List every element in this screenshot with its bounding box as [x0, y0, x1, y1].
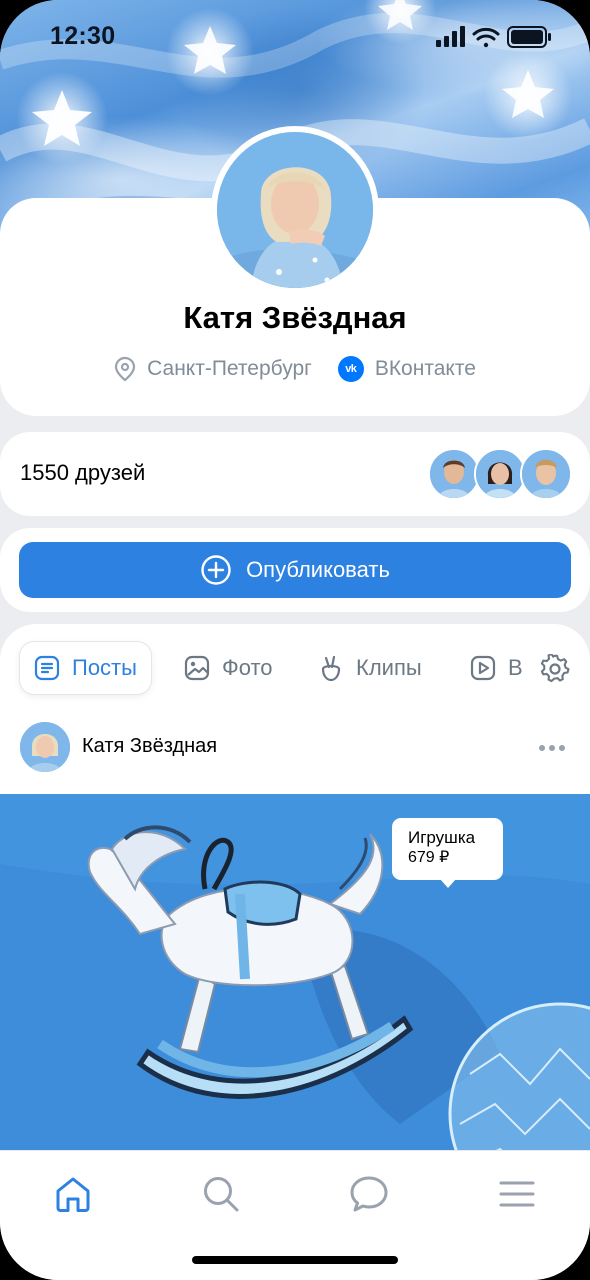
menu-icon[interactable] [496, 1173, 538, 1215]
tab-posts[interactable]: Посты [20, 642, 151, 694]
posts-icon [34, 655, 60, 681]
profile-meta: Санкт-Петербург vk ВКонтакте [0, 356, 590, 382]
status-icons [436, 26, 551, 48]
friend-avatars [428, 448, 572, 500]
network-info[interactable]: vk ВКонтакте [337, 356, 476, 382]
photo-icon [184, 655, 210, 681]
tab-clips[interactable]: Клипы [318, 642, 422, 694]
friends-card[interactable]: 1550 друзей [0, 432, 590, 516]
friend-avatar [474, 448, 526, 500]
clips-icon [321, 655, 341, 682]
search-icon[interactable] [200, 1173, 242, 1215]
phone-screen: 12:30 Катя Звёздная Санкт-Петербург vk В… [0, 0, 590, 1280]
post-author-avatar[interactable] [20, 722, 70, 772]
profile-tabs: Посты Фото Клипы В [0, 642, 590, 694]
publish-button[interactable]: Опубликовать [19, 542, 571, 598]
home-indicator [192, 1256, 398, 1264]
content-card: Посты Фото Клипы В Катя Звёздная Игрушка… [0, 624, 590, 1184]
vk-logo-icon: vk [337, 356, 364, 382]
network-label: ВКонтакте [374, 357, 476, 380]
friend-avatar [520, 448, 572, 500]
friend-avatar [428, 448, 480, 500]
home-icon[interactable] [52, 1173, 94, 1215]
product-tag-name: Игрушка [408, 828, 476, 847]
location-pin-icon [115, 356, 136, 382]
status-time: 12:30 [50, 22, 116, 50]
add-circle-icon [201, 555, 231, 585]
video-icon [470, 655, 496, 681]
messages-icon[interactable] [348, 1173, 390, 1215]
settings-gear-icon[interactable] [540, 654, 570, 684]
friends-count: 1550 друзей [20, 460, 146, 485]
tab-video[interactable]: В [468, 642, 522, 694]
status-bar: 12:30 [0, 0, 590, 76]
post-image[interactable]: Игрушка 679 ₽ [0, 794, 590, 1184]
post-author-name[interactable]: Катя Звёздная [82, 735, 217, 758]
avatar-photo [217, 132, 373, 288]
publish-label: Опубликовать [246, 557, 390, 582]
more-options-icon[interactable] [538, 744, 566, 752]
cellular-signal-icon [436, 26, 465, 47]
post-header: Катя Звёздная [0, 722, 590, 778]
battery-icon [507, 26, 551, 48]
tab-photo-label: Фото [222, 655, 273, 680]
profile-name: Катя Звёздная [183, 300, 407, 335]
wifi-icon [472, 27, 500, 48]
publish-card: Опубликовать [0, 528, 590, 612]
profile-avatar[interactable] [211, 126, 379, 294]
tab-video-label: В [508, 655, 522, 680]
location-label: Санкт-Петербург [147, 357, 312, 380]
tab-photo[interactable]: Фото [184, 642, 273, 694]
tab-posts-label: Посты [72, 655, 137, 680]
product-tag[interactable]: Игрушка 679 ₽ [392, 818, 503, 888]
product-tag-price: 679 ₽ [408, 849, 450, 866]
location-info[interactable]: Санкт-Петербург [114, 356, 312, 382]
tab-clips-label: Клипы [356, 655, 422, 680]
